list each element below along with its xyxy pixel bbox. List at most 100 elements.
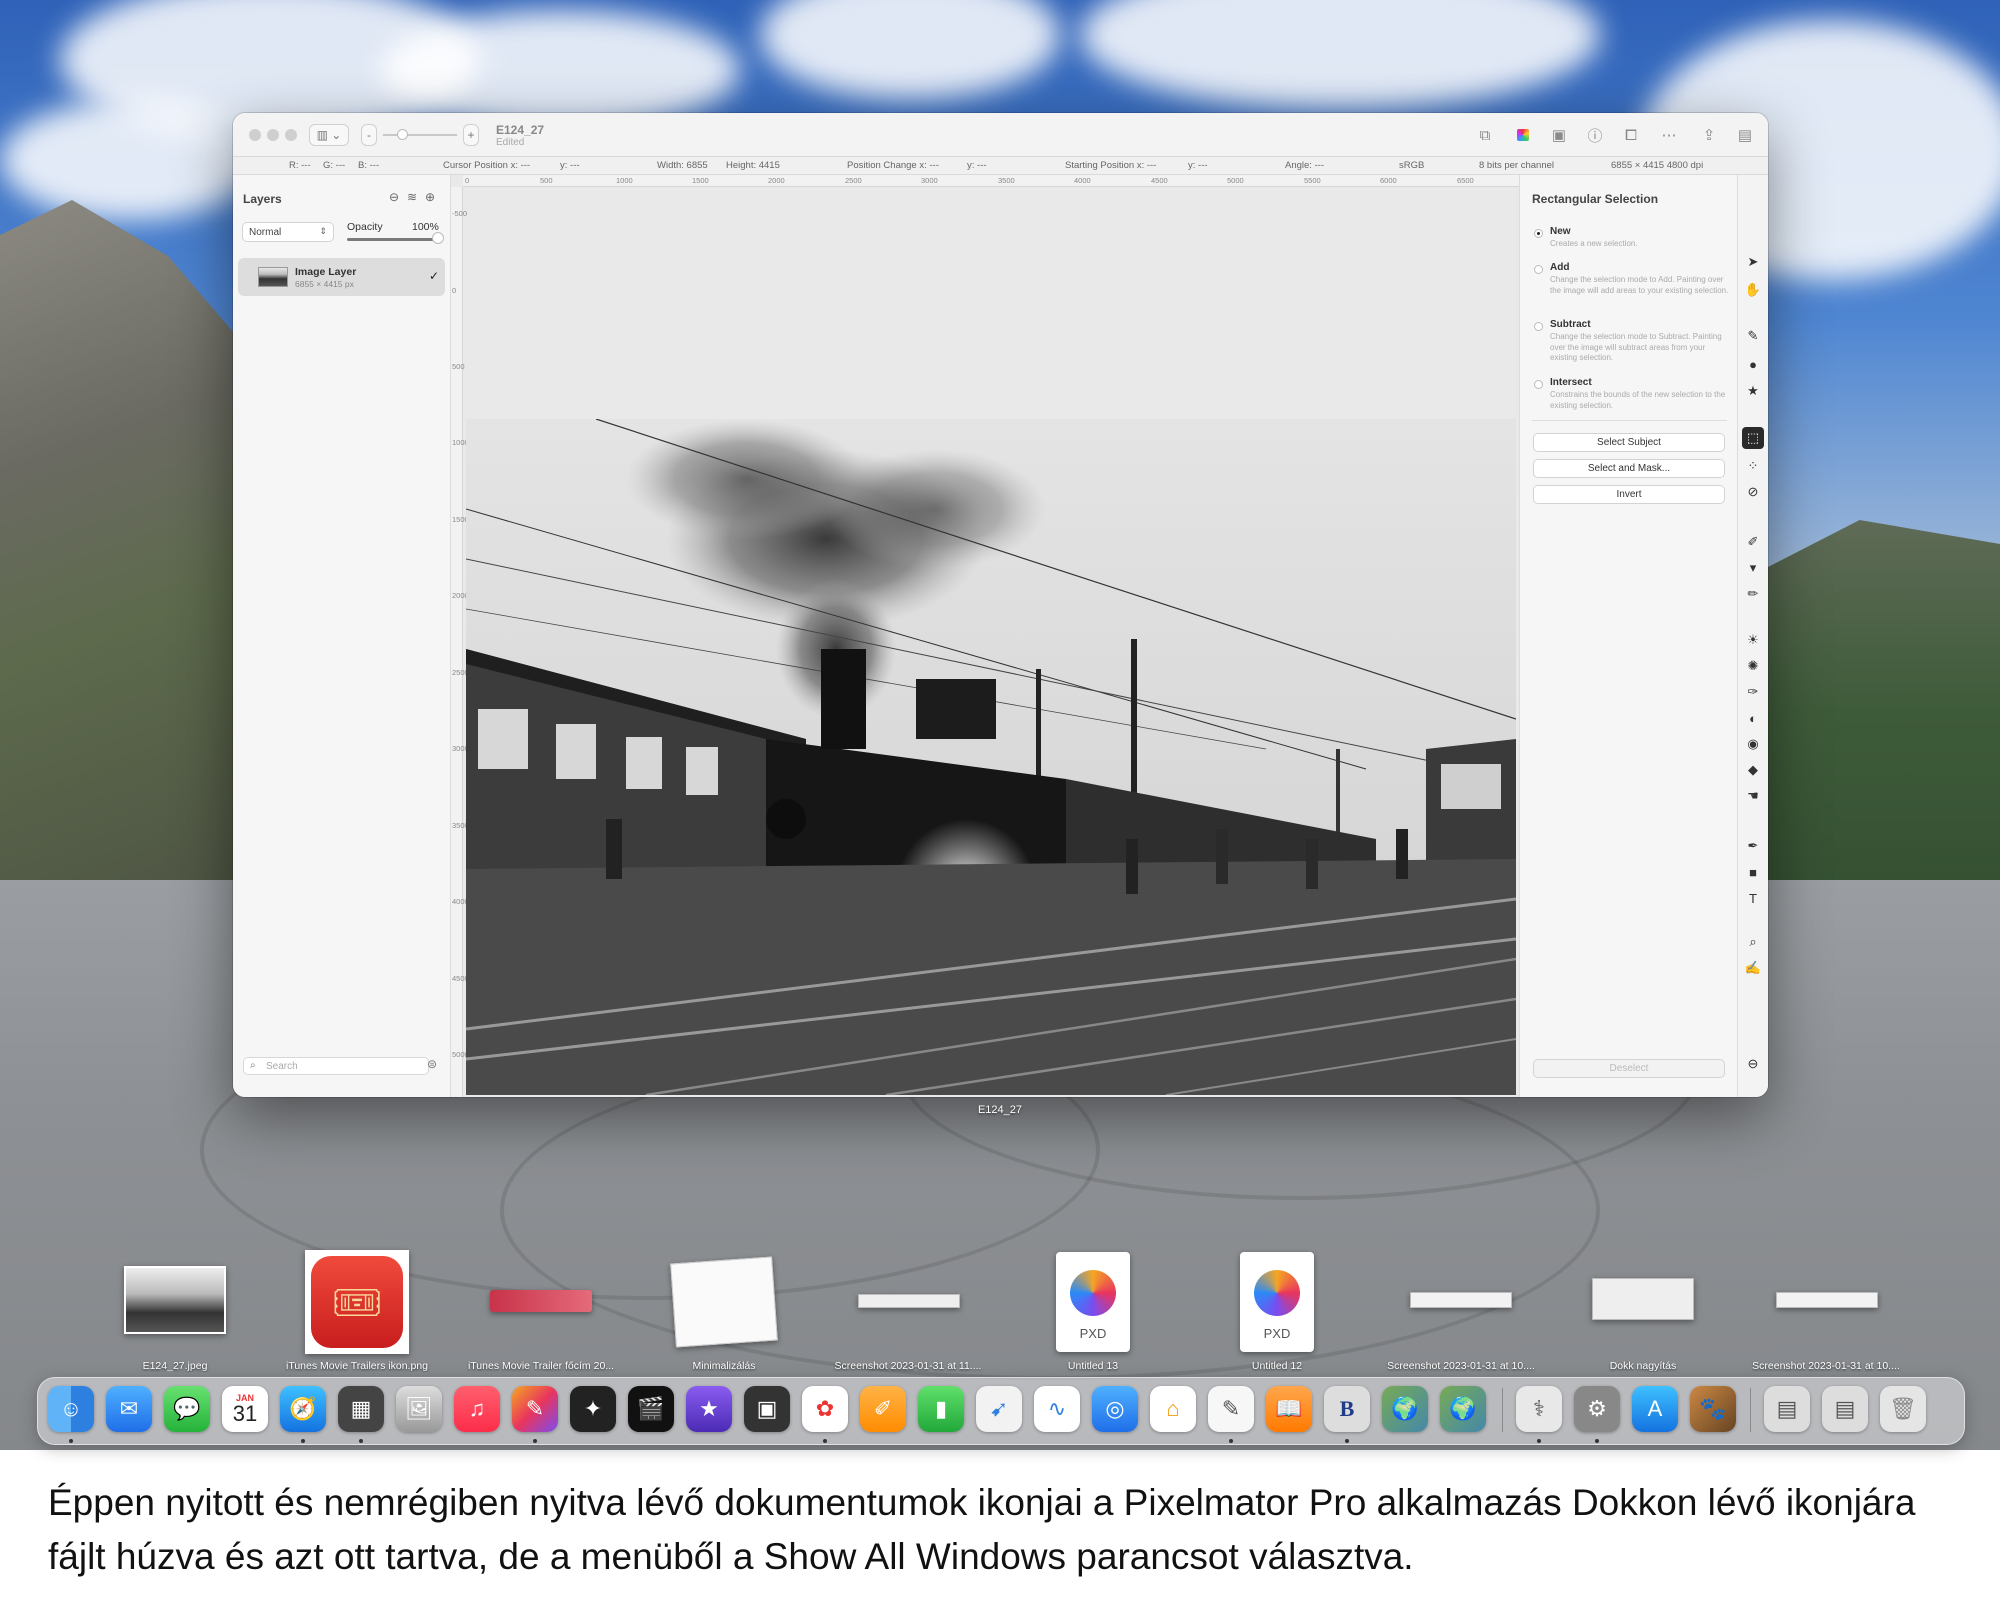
minimize-button[interactable]: [267, 129, 279, 141]
pages-icon[interactable]: ✐: [860, 1386, 906, 1432]
app-store-icon[interactable]: A: [1632, 1386, 1678, 1432]
maps-icon[interactable]: ➹: [976, 1386, 1022, 1432]
zoom-in-button[interactable]: +: [463, 124, 479, 146]
magic-tool-icon[interactable]: ★: [1742, 380, 1764, 402]
smudge-icon[interactable]: ☚: [1742, 785, 1764, 807]
blend-mode-select[interactable]: Normal ⇕: [242, 222, 334, 242]
textedit-icon[interactable]: ✎: [1208, 1386, 1254, 1432]
final-cut-pro-icon[interactable]: 🎬: [628, 1386, 674, 1432]
hand-tool-icon[interactable]: ✋: [1742, 279, 1764, 301]
crop-icon[interactable]: ⧉: [1473, 123, 1497, 147]
arrange-tool-icon[interactable]: ➤: [1742, 251, 1764, 273]
add-layer-icon[interactable]: ⊕: [425, 190, 435, 204]
quicktime-icon[interactable]: ◎: [1092, 1386, 1138, 1432]
zoom-slider-knob[interactable]: [397, 129, 408, 140]
color-selection-icon[interactable]: ⊘: [1742, 481, 1764, 503]
option-new-title[interactable]: New: [1550, 226, 1571, 237]
info-icon[interactable]: ⓘ: [1583, 123, 1607, 147]
share-icon[interactable]: ⇪: [1697, 123, 1721, 147]
portrait-icon[interactable]: ▣: [1547, 123, 1571, 147]
invert-button[interactable]: Invert: [1533, 485, 1725, 504]
option-intersect-title[interactable]: Intersect: [1550, 377, 1592, 388]
light-icon[interactable]: ✺: [1742, 655, 1764, 677]
clone-icon[interactable]: ✑: [1742, 681, 1764, 703]
shape-icon[interactable]: ■: [1742, 861, 1764, 883]
layers-search-input[interactable]: ⌕ Search: [243, 1057, 429, 1075]
photo-booth-icon[interactable]: ▣: [744, 1386, 790, 1432]
quick-selection-icon[interactable]: ⁘: [1742, 455, 1764, 477]
radio-new[interactable]: [1534, 229, 1543, 238]
option-add-title[interactable]: Add: [1550, 262, 1569, 273]
thumbnail-minimalizalas[interactable]: [670, 1256, 778, 1348]
thumbnail-untitled-13[interactable]: PXD: [1056, 1252, 1130, 1352]
pixelmator-pro-icon[interactable]: ✎: [512, 1386, 558, 1432]
rectangular-selection-tool-icon[interactable]: ⬚: [1742, 427, 1764, 449]
stack-icon[interactable]: ▤: [1764, 1386, 1810, 1432]
retouch-icon[interactable]: ☀: [1742, 629, 1764, 651]
preview-icon[interactable]: 🖼: [396, 1386, 442, 1432]
calendar-icon[interactable]: JAN 31: [222, 1386, 268, 1432]
pen-icon[interactable]: ✒: [1742, 835, 1764, 857]
sharpen-icon[interactable]: ◆: [1742, 759, 1764, 781]
opacity-slider-knob[interactable]: [432, 232, 444, 244]
pixelmator-window[interactable]: ▥ ⌄ - + E124_27 Edited ⧉ ▣ ⓘ ⧠ ⋯ ⇪ ▤ R: …: [233, 113, 1768, 1097]
calculator-icon[interactable]: ▦: [338, 1386, 384, 1432]
messages-icon[interactable]: 💬: [164, 1386, 210, 1432]
more-options-icon[interactable]: ⋯: [1657, 123, 1681, 147]
books-icon[interactable]: 📖: [1266, 1386, 1312, 1432]
thumbnail-trailer-title[interactable]: [490, 1290, 592, 1312]
visibility-check-icon[interactable]: ✓: [429, 269, 439, 283]
select-and-mask-button[interactable]: Select and Mask...: [1533, 459, 1725, 478]
radio-intersect[interactable]: [1534, 380, 1543, 389]
paint-brush-icon[interactable]: ✐: [1742, 531, 1764, 553]
layers-stack-icon[interactable]: ≋: [407, 190, 417, 204]
thumbnail-dokk-nagyitas[interactable]: [1592, 1278, 1694, 1320]
zoom-icon[interactable]: ⌕: [1742, 931, 1764, 953]
stack-2-icon[interactable]: ▤: [1822, 1386, 1868, 1432]
filter-icon[interactable]: ⊜: [427, 1057, 437, 1071]
numbers-icon[interactable]: ▮: [918, 1386, 964, 1432]
globe-app-2-icon[interactable]: 🌍: [1440, 1386, 1486, 1432]
home-icon[interactable]: ⌂: [1150, 1386, 1196, 1432]
zoom-out-button[interactable]: -: [361, 124, 377, 146]
thumbnail-e124-jpeg[interactable]: [124, 1266, 226, 1334]
select-subject-button[interactable]: Select Subject: [1533, 433, 1725, 452]
effects-tool-icon[interactable]: ●: [1742, 353, 1764, 375]
inspector-toggle-icon[interactable]: ▤: [1733, 123, 1757, 147]
deselect-button[interactable]: Deselect: [1533, 1059, 1725, 1078]
remove-layer-icon[interactable]: ⊖: [389, 190, 399, 204]
sponge-icon[interactable]: ◐: [1742, 707, 1764, 729]
color-adjust-icon[interactable]: [1511, 123, 1535, 147]
close-button[interactable]: [249, 129, 261, 141]
radio-add[interactable]: [1534, 265, 1543, 274]
arrange-icon[interactable]: ⧠: [1619, 123, 1643, 147]
bbedit-icon[interactable]: B: [1324, 1386, 1370, 1432]
trash-icon[interactable]: 🗑: [1880, 1386, 1926, 1432]
music-icon[interactable]: ♫: [454, 1386, 500, 1432]
imovie-icon[interactable]: ★: [686, 1386, 732, 1432]
thumbnail-screenshot-10a[interactable]: [1410, 1292, 1512, 1308]
thumbnail-screenshot-11[interactable]: [858, 1294, 960, 1308]
system-info-icon[interactable]: ⚕: [1516, 1386, 1562, 1432]
layer-row[interactable]: Image Layer 6855 × 4415 px ✓: [238, 258, 445, 296]
zoom-button[interactable]: [285, 129, 297, 141]
sidebar-toggle-button[interactable]: ▥ ⌄: [309, 124, 349, 146]
thumbnail-itunes-icon[interactable]: 🎟: [305, 1250, 409, 1354]
mail-icon[interactable]: ✉: [106, 1386, 152, 1432]
more-tools-icon[interactable]: ⊖: [1742, 1053, 1764, 1075]
erase-icon[interactable]: ✏: [1742, 583, 1764, 605]
radio-subtract[interactable]: [1534, 322, 1543, 331]
eyedropper-icon[interactable]: ✍: [1742, 957, 1764, 979]
thumbnail-screenshot-10b[interactable]: [1776, 1292, 1878, 1308]
safari-icon[interactable]: 🧭: [280, 1386, 326, 1432]
system-settings-icon[interactable]: ⚙: [1574, 1386, 1620, 1432]
motion-icon[interactable]: ✦: [570, 1386, 616, 1432]
blur-icon[interactable]: ◉: [1742, 733, 1764, 755]
style-tool-icon[interactable]: ✎: [1742, 325, 1764, 347]
canvas-area[interactable]: 0 500 1000 1500 2000 2500 3000 3500 4000…: [451, 175, 1519, 1097]
titlebar[interactable]: ▥ ⌄ - + E124_27 Edited ⧉ ▣ ⓘ ⧠ ⋯ ⇪ ▤: [233, 113, 1768, 157]
zoom-slider-track[interactable]: [383, 134, 457, 136]
option-subtract-title[interactable]: Subtract: [1550, 319, 1591, 330]
globe-app-icon[interactable]: 🌍: [1382, 1386, 1428, 1432]
canvas-image[interactable]: [466, 419, 1516, 1095]
